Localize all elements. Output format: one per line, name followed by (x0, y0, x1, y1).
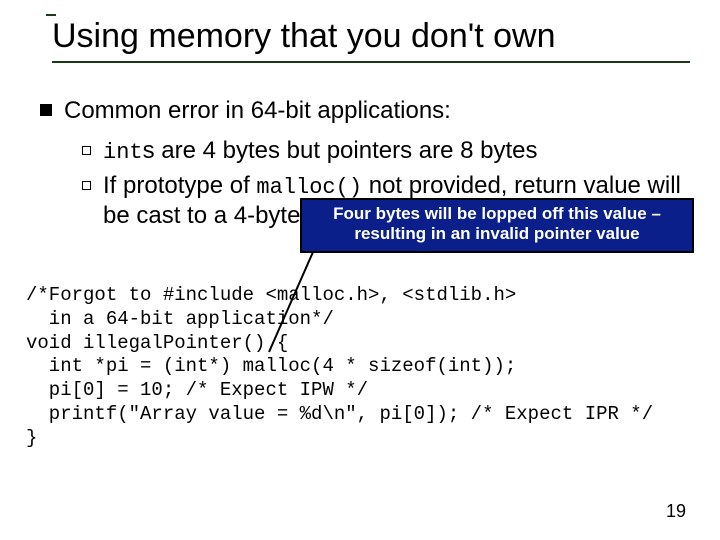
slide-title: Using memory that you don't own (52, 18, 690, 63)
code-line: pi[0] = 10; /* Expect IPW */ (26, 379, 368, 401)
bullet1-text: Common error in 64-bit applications: (64, 96, 451, 126)
slide: Using memory that you don't own Common e… (0, 0, 720, 540)
code-inline: int (103, 140, 143, 165)
code-inline: malloc() (256, 175, 362, 200)
title-accent (46, 14, 56, 16)
sub2-a: If prototype of (103, 172, 256, 199)
code-line: in a 64-bit application*/ (26, 308, 334, 330)
title-container: Using memory that you don't own (52, 18, 690, 63)
bullet-hollow-icon (82, 181, 91, 190)
sub1-rest: s are 4 bytes but pointers are 8 bytes (143, 137, 538, 164)
bullet-hollow-icon (82, 146, 91, 155)
callout-line2: resulting in an invalid pointer value (308, 224, 686, 244)
code-line: } (26, 427, 37, 449)
code-line: /*Forgot to #include <malloc.h>, <stdlib… (26, 284, 516, 306)
bullet-level1: Common error in 64-bit applications: (40, 96, 690, 126)
bullet-square-icon (40, 104, 52, 116)
callout-line1: Four bytes will be lopped off this value… (308, 204, 686, 224)
callout-box: Four bytes will be lopped off this value… (300, 198, 694, 253)
code-line: void illegalPointer() { (26, 332, 288, 354)
callout: Four bytes will be lopped off this value… (300, 198, 694, 253)
page-number: 19 (666, 501, 686, 522)
code-block: /*Forgot to #include <malloc.h>, <stdlib… (26, 284, 700, 450)
sub1-text: ints are 4 bytes but pointers are 8 byte… (103, 136, 538, 167)
code-line: int *pi = (int*) malloc(4 * sizeof(int))… (26, 355, 516, 377)
code-line: printf("Array value = %d\n", pi[0]); /* … (26, 403, 653, 425)
bullet-level2: ints are 4 bytes but pointers are 8 byte… (82, 136, 690, 167)
